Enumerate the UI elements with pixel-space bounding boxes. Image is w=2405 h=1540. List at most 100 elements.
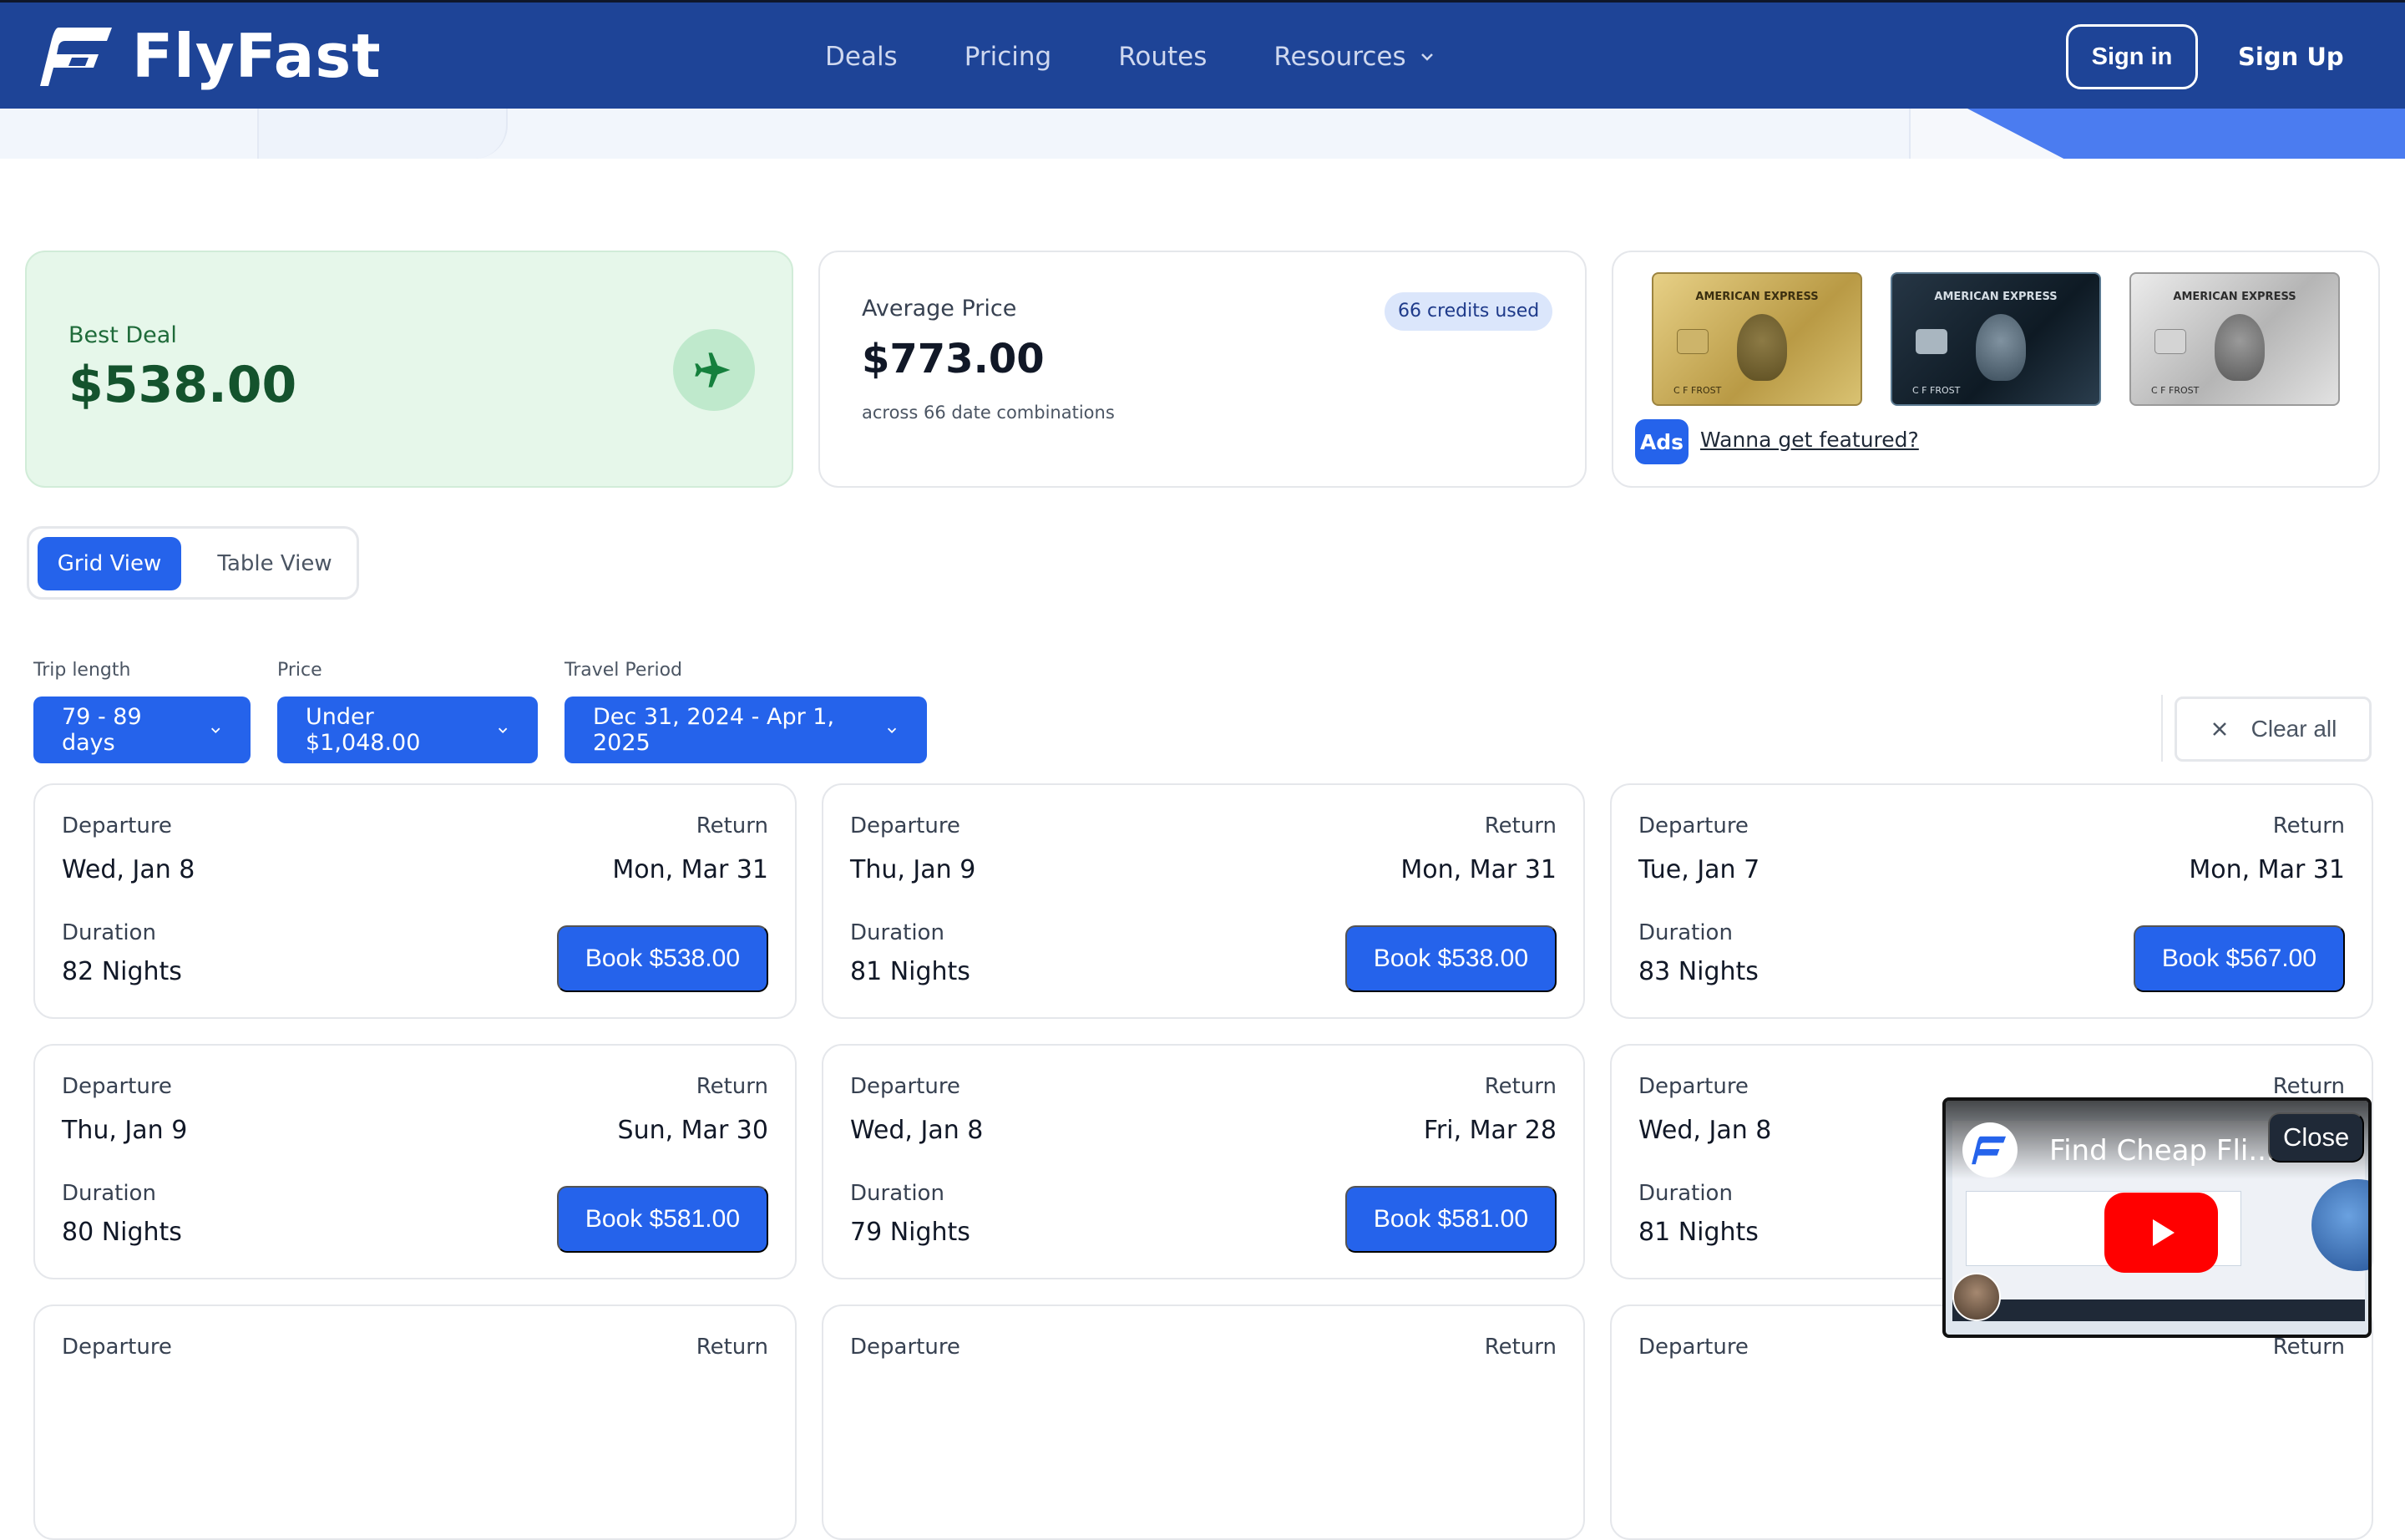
- card-chip-icon: [1916, 329, 1947, 354]
- average-price-label: Average Price: [862, 296, 1017, 322]
- nav-deals[interactable]: Deals: [825, 36, 898, 78]
- nav-pricing-label: Pricing: [964, 42, 1052, 72]
- departure-label: Departure: [1638, 813, 1749, 838]
- deal-card: Departure Return: [33, 1304, 797, 1540]
- book-button[interactable]: Book $538.00: [556, 925, 768, 992]
- card-holder-text: C F FROST: [2151, 385, 2200, 396]
- duration-value: 82 Nights: [62, 957, 182, 986]
- card-holder-text: C F FROST: [1673, 385, 1722, 396]
- nav-routes[interactable]: Routes: [1118, 36, 1207, 78]
- youtube-play-button[interactable]: [2104, 1193, 2218, 1273]
- price-value: Under $1,048.00: [306, 704, 421, 756]
- return-label: Return: [696, 1335, 768, 1360]
- price-dropdown[interactable]: Under $1,048.00: [277, 697, 538, 763]
- book-button[interactable]: Book $581.00: [1344, 1186, 1557, 1253]
- card-brand-text: AMERICAN EXPRESS: [2173, 291, 2296, 303]
- duration-value: 83 Nights: [1638, 957, 1759, 986]
- return-date: Mon, Mar 31: [2189, 855, 2345, 884]
- video-title[interactable]: Find Cheap Fli...: [2049, 1134, 2276, 1168]
- deal-card: Departure Return Wed, Jan 8 Mon, Mar 31 …: [33, 783, 797, 1019]
- trip-length-dropdown[interactable]: 79 - 89 days: [33, 697, 251, 763]
- signin-button[interactable]: Sign in: [2066, 24, 2198, 89]
- airplane-icon: [695, 352, 731, 388]
- travel-period-dropdown[interactable]: Dec 31, 2024 - Apr 1, 2025: [565, 697, 927, 763]
- departure-label: Departure: [850, 813, 960, 838]
- duration-label: Duration: [1638, 1181, 1733, 1206]
- filter-divider: [2161, 695, 2163, 762]
- flyfast-logo-icon: [40, 28, 112, 86]
- amex-black-card-image[interactable]: AMERICAN EXPRESS C F FROST: [1891, 272, 2101, 406]
- trip-length-label: Trip length: [33, 660, 131, 681]
- centurion-icon: [1737, 314, 1787, 381]
- card-chip-icon: [2154, 329, 2186, 354]
- view-toggle: Grid View Table View: [27, 526, 359, 600]
- departure-date: Wed, Jan 8: [1638, 1116, 1772, 1145]
- departure-date: Thu, Jan 9: [850, 855, 976, 884]
- return-label: Return: [2272, 1074, 2345, 1099]
- return-date: Mon, Mar 31: [1400, 855, 1557, 884]
- nav-pricing[interactable]: Pricing: [965, 36, 1052, 78]
- deal-card: Departure Return Thu, Jan 9 Mon, Mar 31 …: [822, 783, 1585, 1019]
- duration-value: 79 Nights: [850, 1218, 970, 1247]
- brand-logo[interactable]: FlyFast: [40, 21, 382, 91]
- best-deal-label: Best Deal: [68, 322, 177, 348]
- brand-name: FlyFast: [132, 21, 382, 91]
- departure-label: Departure: [850, 1335, 960, 1360]
- duration-label: Duration: [850, 1181, 944, 1206]
- clear-all-label: Clear all: [2251, 716, 2337, 742]
- signup-button[interactable]: Sign Up: [2238, 24, 2344, 89]
- grid-view-button[interactable]: Grid View: [38, 537, 181, 590]
- presenter-avatar: [1952, 1273, 2001, 1321]
- travel-period-label: Travel Period: [565, 660, 682, 681]
- trip-length-value: 79 - 89 days: [62, 704, 142, 756]
- book-button[interactable]: Book $567.00: [2133, 925, 2345, 992]
- plane-icon-badge: [673, 329, 755, 411]
- return-label: Return: [696, 1074, 768, 1099]
- get-featured-link[interactable]: Wanna get featured?: [1700, 428, 1919, 452]
- return-label: Return: [2272, 1335, 2345, 1360]
- price-label: Price: [277, 660, 322, 681]
- return-label: Return: [696, 813, 768, 838]
- return-label: Return: [1484, 1074, 1557, 1099]
- ads-badge: Ads: [1635, 419, 1689, 464]
- chevron-down-icon: [498, 727, 508, 733]
- return-label: Return: [1484, 813, 1557, 838]
- chevron-down-icon: [1420, 53, 1433, 61]
- book-button[interactable]: Book $538.00: [1344, 925, 1557, 992]
- amex-gold-card-image[interactable]: AMERICAN EXPRESS C F FROST: [1652, 272, 1862, 406]
- clear-all-button[interactable]: Clear all: [2175, 697, 2372, 762]
- close-video-button[interactable]: Close: [2268, 1112, 2365, 1163]
- departure-label: Departure: [62, 813, 172, 838]
- centurion-icon: [1976, 314, 2026, 381]
- amex-platinum-card-image[interactable]: AMERICAN EXPRESS C F FROST: [2129, 272, 2340, 406]
- video-popup[interactable]: Find Cheap Fli... Close: [1942, 1097, 2372, 1338]
- duration-label: Duration: [850, 920, 944, 945]
- channel-logo[interactable]: [1962, 1122, 2018, 1178]
- close-icon: [2212, 722, 2226, 736]
- duration-value: 81 Nights: [1638, 1218, 1759, 1247]
- departure-date: Tue, Jan 7: [1638, 855, 1760, 884]
- card-brand-text: AMERICAN EXPRESS: [1934, 291, 2058, 303]
- deal-card: Departure Return: [822, 1304, 1585, 1540]
- table-view-button[interactable]: Table View: [200, 537, 350, 590]
- video-thumbnail-taskbar: [1952, 1299, 2365, 1321]
- nav-resources-label: Resources: [1273, 42, 1406, 72]
- nav-resources[interactable]: Resources: [1273, 36, 1435, 78]
- deal-card: Departure Return Thu, Jan 9 Sun, Mar 30 …: [33, 1044, 797, 1279]
- card-brand-text: AMERICAN EXPRESS: [1695, 291, 1819, 303]
- departure-date: Wed, Jan 8: [62, 855, 195, 884]
- book-button[interactable]: Book $581.00: [556, 1186, 768, 1253]
- departure-label: Departure: [62, 1335, 172, 1360]
- departure-label: Departure: [62, 1074, 172, 1099]
- ads-card: AMERICAN EXPRESS C F FROST AMERICAN EXPR…: [1612, 251, 2380, 488]
- return-date: Sun, Mar 30: [617, 1116, 768, 1145]
- chevron-down-icon: [210, 727, 220, 734]
- travel-period-value: Dec 31, 2024 - Apr 1, 2025: [593, 704, 835, 756]
- departure-label: Departure: [1638, 1074, 1749, 1099]
- departure-label: Departure: [850, 1074, 960, 1099]
- departure-date: Thu, Jan 9: [62, 1116, 188, 1145]
- hero-decoration: [0, 109, 2405, 159]
- average-price-value: $773.00: [862, 336, 1045, 382]
- departure-date: Wed, Jan 8: [850, 1116, 984, 1145]
- centurion-icon: [2215, 314, 2265, 381]
